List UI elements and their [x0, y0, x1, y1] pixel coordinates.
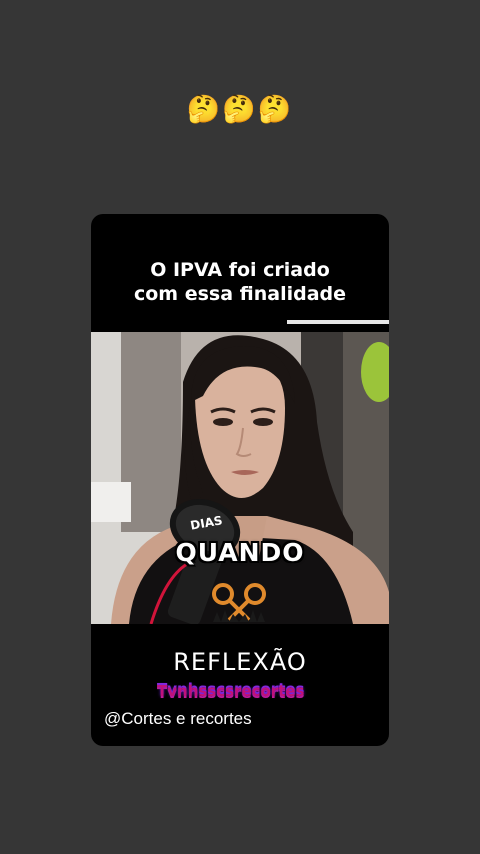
emoji-sticker: 🤔🤔🤔	[0, 92, 480, 128]
reel-card[interactable]: O IPVA foi criado com essa finalidade DI…	[91, 214, 389, 746]
glitch-subtitle: Tvnhsscsrecortes	[157, 682, 305, 700]
video-frame[interactable]: DIAS QUANDO	[91, 332, 389, 624]
video-still-image: DIAS	[91, 332, 389, 624]
headline-line-2: com essa finalidade	[133, 283, 347, 305]
video-progress-bar	[287, 320, 389, 324]
video-caption: QUANDO	[175, 538, 305, 567]
reflection-label: REFLEXÃO	[173, 648, 307, 676]
thinking-face-emoji: 🤔🤔🤔	[186, 94, 294, 125]
account-handle[interactable]: @Cortes e recortes	[104, 708, 252, 730]
headline-line-1: O IPVA foi criado	[150, 259, 330, 281]
post-headline: O IPVA foi criado com essa finalidade	[91, 258, 389, 306]
scissors-icon	[212, 583, 266, 622]
